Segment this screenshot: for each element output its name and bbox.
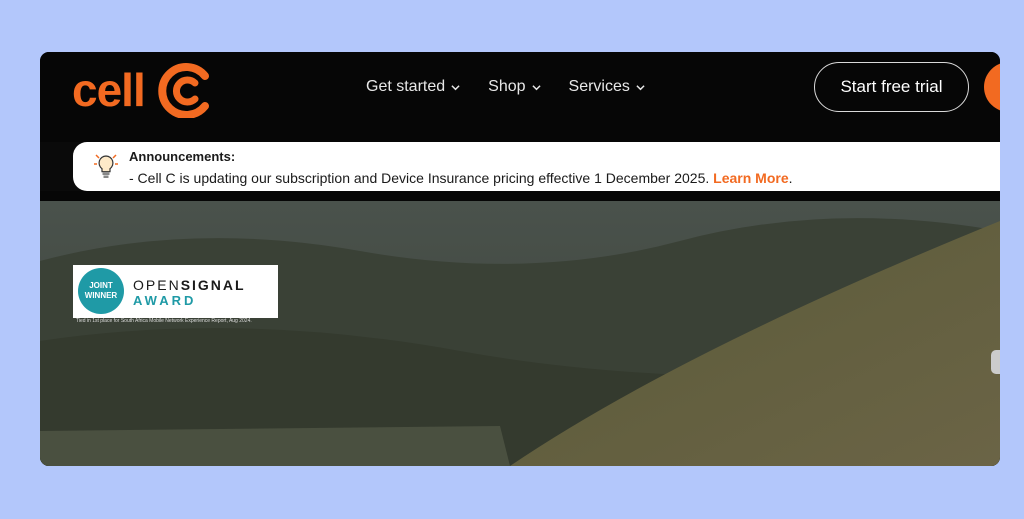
- header-divider: [40, 191, 1000, 201]
- announcement-text: - Cell C is updating our subscription an…: [129, 170, 793, 186]
- learn-more-link[interactable]: Learn More: [713, 170, 788, 186]
- seal-line2: WINNER: [84, 291, 118, 300]
- joint-winner-seal: JOINT WINNER: [78, 268, 124, 314]
- logo-wordmark: cell: [72, 64, 146, 116]
- award-title-signal: SIGNAL: [180, 277, 246, 293]
- chevron-down-icon: [636, 84, 645, 90]
- announcement-title: Announcements:: [129, 149, 236, 164]
- chevron-down-icon: [451, 84, 460, 90]
- seal-line1: JOINT: [89, 281, 113, 290]
- carousel-control[interactable]: [991, 350, 1000, 374]
- nav-get-started[interactable]: Get started: [366, 76, 460, 98]
- nav-label: Get started: [366, 78, 446, 95]
- main-nav: Get started Shop Services: [366, 76, 645, 98]
- browser-frame: cell Get started Shop Services Start fre…: [40, 52, 1000, 466]
- opensignal-award-badge: JOINT WINNER OPENSIGNAL AWARD: [73, 265, 278, 318]
- award-subtitle: AWARD: [133, 293, 197, 308]
- nav-label: Shop: [488, 78, 526, 95]
- announcement-message: - Cell C is updating our subscription an…: [129, 170, 714, 186]
- nav-services[interactable]: Services: [569, 76, 645, 98]
- announcement-bar: Announcements: - Cell C is updating our …: [73, 142, 1000, 191]
- nav-shop[interactable]: Shop: [488, 76, 541, 98]
- lightbulb-icon: [94, 154, 118, 178]
- announcement-suffix: .: [788, 170, 793, 186]
- award-title: OPENSIGNAL: [133, 277, 246, 293]
- orange-action-button[interactable]: [984, 62, 1000, 112]
- hero-landscape-image: [40, 201, 1000, 466]
- award-title-open: OPEN: [133, 277, 181, 293]
- chevron-down-icon: [531, 84, 541, 90]
- award-caption: Tied in 1st place for South Africa Mobil…: [76, 318, 252, 324]
- nav-label: Services: [568, 78, 630, 95]
- logo-c-mark-icon: [158, 63, 209, 118]
- cell-c-logo[interactable]: cell: [72, 60, 215, 120]
- site-header: cell Get started Shop Services Start fre…: [40, 52, 1000, 142]
- start-free-trial-button[interactable]: Start free trial: [814, 62, 969, 112]
- hero-banner: [40, 201, 1000, 466]
